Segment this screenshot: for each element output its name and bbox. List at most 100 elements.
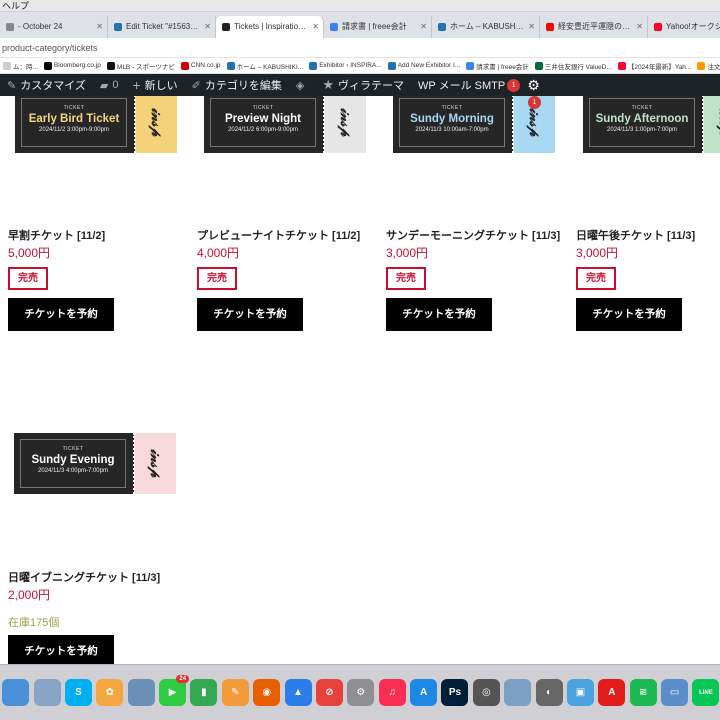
browser-tab[interactable]: Yahoo!オークション - 取引ナビ ✕ bbox=[648, 16, 720, 38]
plugin-diamond-button[interactable]: ◈ bbox=[289, 74, 315, 96]
ticket-title: Preview Night bbox=[224, 113, 302, 125]
image-capture-icon[interactable] bbox=[504, 679, 532, 706]
tab-title: - October 24 bbox=[18, 22, 63, 31]
ticket-title: Sundy Afternoon bbox=[595, 113, 689, 125]
ticket-notch bbox=[580, 96, 586, 153]
acrobat-icon[interactable]: A bbox=[598, 679, 626, 706]
pencil-icon: ✐ bbox=[191, 79, 201, 92]
ticket-face: TICKET Preview Night 2024/11/2 6:00pm-9:… bbox=[210, 98, 316, 147]
smtp-notification-badge: 1 bbox=[507, 79, 521, 92]
address-bar[interactable]: product-category/tickets bbox=[0, 38, 720, 58]
ticket-stub: 𝒾𝓃𝓈𝓅 bbox=[324, 96, 370, 153]
ticket-date: 2024/11/3 4:00pm-7:00pm bbox=[38, 468, 108, 474]
spotify-icon[interactable]: ≋ bbox=[629, 679, 657, 706]
browser-tab[interactable]: 請求書 | freee会計 ✕ bbox=[324, 16, 432, 38]
music-icon[interactable]: ♫ bbox=[378, 679, 406, 706]
close-icon[interactable]: ✕ bbox=[528, 16, 535, 38]
photos-icon[interactable]: ✿ bbox=[96, 679, 124, 706]
photoshop-icon[interactable]: Ps bbox=[441, 679, 469, 706]
preview-icon[interactable] bbox=[127, 679, 155, 706]
sold-out-badge: 完売 bbox=[576, 267, 616, 290]
ticket-perforation bbox=[323, 96, 325, 153]
brush-icon: ✎ bbox=[7, 79, 17, 92]
reserve-ticket-button[interactable]: チケットを予約 bbox=[576, 298, 682, 331]
tab-title: 経安豊近平運隠の驚きの内容出 bbox=[558, 22, 633, 31]
settings-button[interactable]: ⚙ bbox=[520, 74, 547, 96]
bookmark-item[interactable]: CNN.co.jp bbox=[178, 61, 224, 70]
wp-admin-bar: ✎ カスタマイズ ▰ 0 + 新しい ✐ カテゴリを編集 ◈ ★ ヴィラテーマ … bbox=[0, 74, 720, 96]
customize-button[interactable]: ✎ カスタマイズ bbox=[0, 74, 93, 96]
bookmark-item[interactable]: Add New Exhibitor I... bbox=[385, 61, 464, 70]
bookmark-item[interactable]: Bloomberg.co.jp bbox=[41, 61, 104, 70]
tab-favicon-icon bbox=[654, 23, 662, 31]
close-icon[interactable]: ✕ bbox=[96, 16, 103, 38]
gallery-icon[interactable]: ▣ bbox=[566, 679, 594, 706]
reserve-ticket-button[interactable]: チケットを予約 bbox=[8, 298, 114, 331]
close-icon[interactable]: ✕ bbox=[312, 16, 319, 38]
keynote-icon[interactable]: ▲ bbox=[284, 679, 312, 706]
stock-status: 在庫175個 bbox=[8, 617, 60, 629]
numbers-icon[interactable]: ▮ bbox=[190, 679, 218, 706]
edit-category-button[interactable]: ✐ カテゴリを編集 bbox=[185, 74, 289, 96]
browser-tab[interactable]: - October 24 ✕ bbox=[0, 16, 108, 38]
ticket-image[interactable]: TICKET Preview Night 2024/11/2 6:00pm-9:… bbox=[201, 96, 370, 153]
system-settings-icon[interactable]: ⚙ bbox=[347, 679, 375, 706]
ticket-image[interactable]: TICKET Sundy Afternoon 2024/11/3 1:00pm-… bbox=[580, 96, 720, 153]
wp-mail-smtp-button[interactable]: WP メール SMTP 1 bbox=[411, 74, 521, 96]
comments-button[interactable]: ▰ 0 bbox=[93, 74, 126, 96]
bookmark-label: 注文履歴 bbox=[707, 63, 720, 71]
theme-button[interactable]: ★ ヴィラテーマ bbox=[315, 74, 411, 96]
line-icon[interactable]: LINE bbox=[692, 679, 720, 706]
bookmark-item[interactable]: ホーム – KABUSHIKI... bbox=[224, 61, 307, 71]
bookmark-item[interactable]: ム：時... bbox=[0, 61, 41, 71]
bookmark-item[interactable]: 【2024年最新】Yah... bbox=[615, 61, 694, 71]
sold-out-badge: 完売 bbox=[197, 267, 237, 290]
product-title[interactable]: プレビューナイトチケット [11/2] bbox=[197, 227, 360, 243]
ticket-date: 2024/11/3 10:00am-7:00pm bbox=[415, 127, 489, 133]
reserve-ticket-button[interactable]: チケットを予約 bbox=[386, 298, 492, 331]
bookmark-favicon-icon bbox=[617, 61, 626, 70]
app-store-icon[interactable]: A bbox=[410, 679, 438, 706]
browser-tab[interactable]: ホーム – KABUSHIKIGAISHAIRI ✕ bbox=[432, 16, 540, 38]
camera-icon[interactable]: ◎ bbox=[472, 679, 500, 706]
bookmark-label: 三井住友銀行 ValueD... bbox=[544, 63, 612, 71]
facetime-icon[interactable]: ▶ 24 bbox=[159, 675, 190, 706]
bookmark-item[interactable]: Exhibitor ‹ INSPIRA... bbox=[306, 61, 385, 70]
bookmark-favicon-icon bbox=[534, 61, 543, 70]
product-title[interactable]: 日曜イブニングチケット [11/3] bbox=[8, 569, 160, 585]
tab-title: Yahoo!オークション - 取引ナビ bbox=[666, 22, 720, 31]
screen-icon[interactable]: ▭ bbox=[661, 679, 689, 706]
close-icon[interactable]: ✕ bbox=[420, 16, 427, 38]
new-content-button[interactable]: + 新しい bbox=[125, 74, 184, 96]
product-title[interactable]: サンデーモーニングチケット [11/3] bbox=[386, 227, 560, 243]
bookmark-item[interactable]: 請求書 | freee会計 bbox=[463, 61, 532, 71]
news-icon[interactable]: ⊘ bbox=[315, 679, 343, 706]
browser-tab[interactable]: Tickets | Inspiration Tokyo Vol.1 ✕ bbox=[216, 16, 324, 38]
ticket-image[interactable]: TICKET Sundy Evening 2024/11/3 4:00pm-7:… bbox=[11, 433, 180, 494]
firefox-icon[interactable]: ◉ bbox=[253, 679, 281, 706]
finder-icon[interactable] bbox=[2, 679, 30, 706]
close-icon[interactable]: ✕ bbox=[636, 16, 643, 38]
bookmark-favicon-icon bbox=[106, 61, 115, 70]
reserve-ticket-button[interactable]: チケットを予約 bbox=[197, 298, 303, 331]
bookmark-favicon-icon bbox=[387, 61, 396, 70]
reserve-ticket-button[interactable]: チケットを予約 bbox=[8, 635, 114, 664]
product-price: 2,000円 bbox=[8, 588, 51, 602]
close-icon[interactable]: ✕ bbox=[204, 16, 211, 38]
bookmark-item[interactable]: 三井住友銀行 ValueD... bbox=[532, 61, 615, 71]
skype-icon[interactable]: S bbox=[64, 679, 92, 706]
pages-icon[interactable]: ✎ bbox=[221, 679, 249, 706]
browser-tab[interactable]: Edit Ticket "#15633483531" ‹ I ✕ bbox=[108, 16, 216, 38]
screenshot-icon[interactable]: ◐ bbox=[535, 679, 563, 706]
bookmark-item[interactable]: MLB - スポーツナビ bbox=[104, 61, 178, 71]
bookmark-item[interactable]: 注文履歴 bbox=[694, 61, 720, 71]
ticket-image[interactable]: TICKET Early Bird Ticket 2024/11/2 3:00p… bbox=[12, 96, 181, 153]
tab-title: 請求書 | freee会計 bbox=[342, 22, 407, 31]
product-title[interactable]: 日曜午後チケット [11/3] bbox=[576, 227, 695, 243]
utility-icon[interactable] bbox=[33, 679, 61, 706]
bookmark-favicon-icon bbox=[697, 61, 706, 70]
menu-help[interactable]: ヘルプ bbox=[2, 1, 29, 11]
browser-tab[interactable]: 経安豊近平運隠の驚きの内容出 ✕ bbox=[540, 16, 648, 38]
ticket-notch bbox=[174, 433, 180, 494]
product-title[interactable]: 早割チケット [11/2] bbox=[8, 227, 105, 243]
